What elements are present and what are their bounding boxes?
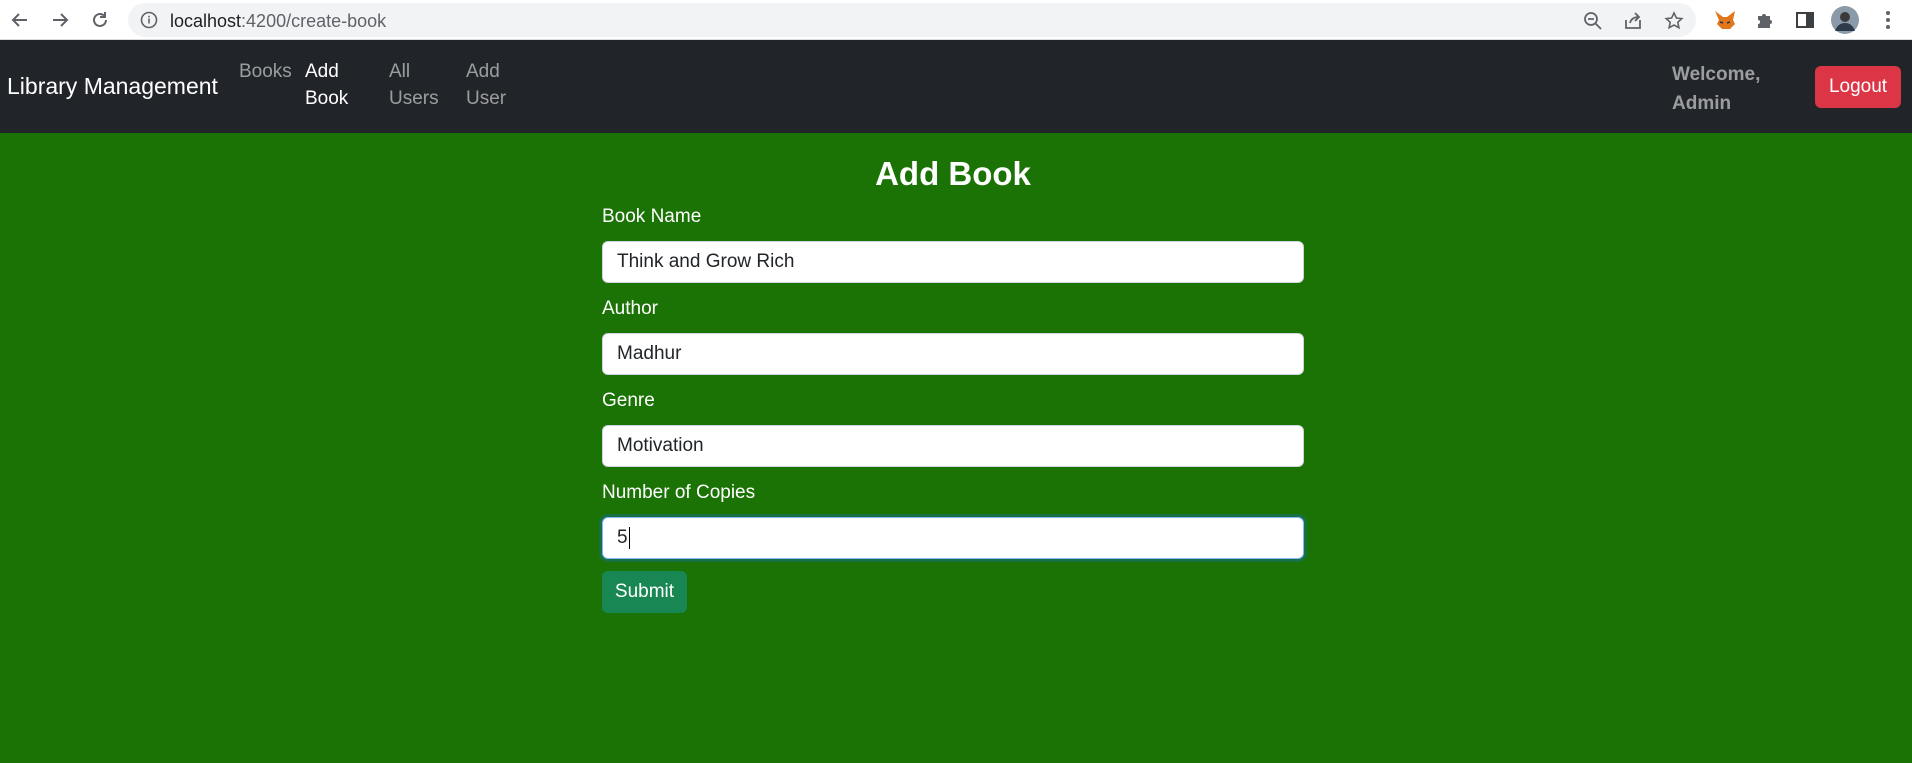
copies-value: 5 — [617, 527, 628, 548]
app-navbar: Library Management Books Add Book All Us… — [0, 40, 1912, 133]
bookmark-star-icon[interactable] — [1663, 10, 1685, 32]
submit-button[interactable]: Submit — [602, 571, 687, 613]
genre-value: Motivation — [617, 435, 704, 456]
reload-icon[interactable] — [84, 4, 116, 36]
author-input[interactable]: Madhur — [602, 333, 1304, 375]
extensions-puzzle-icon[interactable] — [1749, 4, 1781, 36]
author-label: Author — [602, 298, 658, 319]
nav-link-add-book[interactable]: Add Book — [305, 58, 348, 112]
copies-input[interactable]: 5 — [602, 517, 1304, 559]
welcome-line: Welcome, — [1672, 64, 1761, 85]
zoom-icon[interactable] — [1582, 10, 1604, 32]
side-panel-icon[interactable] — [1789, 4, 1821, 36]
nav-link-label: User — [466, 88, 507, 109]
nav-link-label: Users — [389, 88, 439, 109]
url-text: localhost:4200/create-book — [170, 11, 386, 32]
forward-arrow-icon[interactable] — [44, 4, 76, 36]
browser-toolbar: localhost:4200/create-book — [0, 0, 1912, 40]
book-name-label: Book Name — [602, 206, 702, 227]
site-info-icon[interactable] — [140, 11, 158, 29]
nav-link-add-user[interactable]: Add User — [466, 58, 506, 112]
browser-menu-icon[interactable] — [1872, 4, 1904, 36]
address-bar[interactable]: localhost:4200/create-book — [128, 3, 1696, 37]
genre-input[interactable]: Motivation — [602, 425, 1304, 467]
back-arrow-icon[interactable] — [4, 4, 36, 36]
fox-extension-icon[interactable] — [1709, 4, 1741, 36]
welcome-text: Welcome, Admin — [1672, 60, 1760, 118]
page-title: Add Book — [875, 155, 1031, 192]
nav-link-label: All — [389, 61, 411, 82]
text-caret — [628, 527, 630, 549]
nav-link-label: Book — [305, 88, 349, 109]
nav-link-label: Add — [305, 61, 339, 82]
url-host: localhost — [170, 11, 242, 31]
share-icon[interactable] — [1622, 10, 1644, 32]
nav-link-all-users[interactable]: All Users — [389, 58, 439, 112]
brand-title[interactable]: Library Management — [7, 73, 218, 100]
welcome-username: Admin — [1672, 93, 1732, 114]
url-path: :4200/create-book — [241, 11, 387, 31]
profile-avatar[interactable] — [1829, 4, 1861, 36]
book-name-value: Think and Grow Rich — [617, 251, 795, 272]
logout-button[interactable]: Logout — [1815, 66, 1901, 108]
genre-label: Genre — [602, 390, 655, 411]
nav-link-label: Add — [466, 61, 500, 82]
copies-label: Number of Copies — [602, 482, 756, 503]
nav-link-books[interactable]: Books — [239, 58, 292, 85]
book-name-input[interactable]: Think and Grow Rich — [602, 241, 1304, 283]
author-value: Madhur — [617, 343, 682, 364]
nav-link-label: Books — [239, 61, 292, 82]
